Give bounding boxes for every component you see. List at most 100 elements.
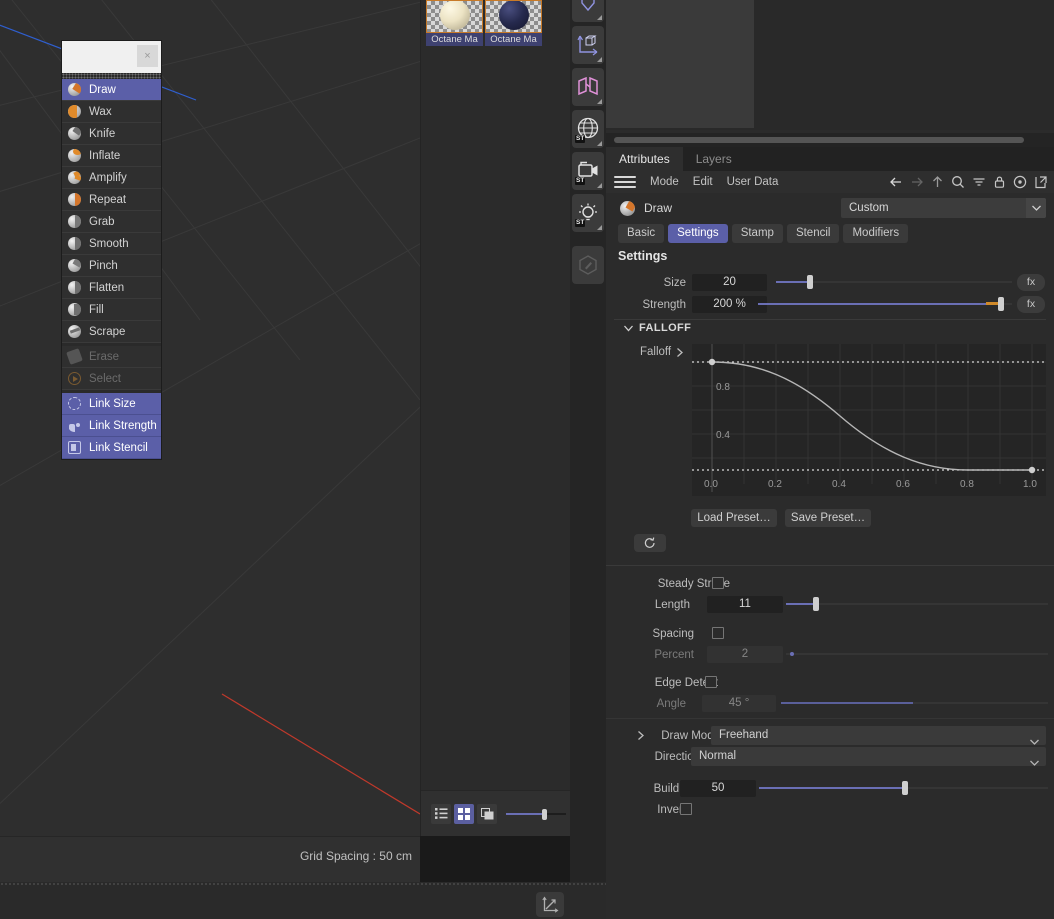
size-value-field[interactable]: 20 — [692, 274, 767, 291]
strength-slider[interactable] — [758, 296, 1012, 313]
subtab-basic[interactable]: Basic — [618, 223, 665, 243]
length-value-field[interactable]: 11 — [707, 596, 783, 613]
slider-knob[interactable] — [902, 781, 908, 795]
tool-item-scrape[interactable]: Scrape — [62, 321, 161, 343]
tool-item-inflate[interactable]: Inflate — [62, 145, 161, 167]
material-manager[interactable]: Octane Ma Octane Ma — [420, 0, 571, 836]
material-zoom-slider[interactable] — [506, 807, 566, 821]
menu-edit[interactable]: Edit — [693, 176, 713, 188]
falloff-section-header[interactable]: FALLOFF — [624, 322, 691, 334]
buildup-slider[interactable] — [759, 780, 1048, 797]
panel-menubar[interactable]: Mode Edit User Data — [606, 171, 1054, 193]
save-preset-button[interactable]: Save Preset… — [785, 509, 871, 527]
tool-item-grab[interactable]: Grab — [62, 211, 161, 233]
menu-user-data[interactable]: User Data — [727, 176, 779, 188]
tool-item-draw[interactable]: Draw — [62, 79, 161, 101]
invert-checkbox[interactable] — [680, 803, 692, 815]
direction-dropdown[interactable]: Normal — [691, 747, 1046, 766]
tab-layers[interactable]: Layers — [683, 147, 745, 171]
draw-mode-dropdown[interactable]: Freehand — [711, 726, 1046, 745]
chevron-right-icon[interactable] — [637, 731, 645, 740]
attribute-subtabs[interactable]: Basic Settings Stamp Stencil Modifiers — [606, 223, 1054, 243]
tool-item-amplify[interactable]: Amplify — [62, 167, 161, 189]
chevron-right-icon[interactable] — [676, 347, 684, 357]
menu-mode[interactable]: Mode — [650, 176, 679, 188]
axis-scale-tool-button[interactable] — [536, 892, 564, 917]
search-icon[interactable] — [951, 175, 965, 189]
falloff-row-label-group[interactable]: Falloff — [640, 346, 684, 358]
tool-item-erase[interactable]: Erase — [62, 346, 161, 368]
strength-fx-button[interactable]: fx — [1017, 296, 1045, 313]
axis-cube-icon-button[interactable] — [572, 26, 604, 64]
subtab-modifiers[interactable]: Modifiers — [843, 223, 909, 243]
slider-knob[interactable] — [813, 597, 819, 611]
tool-item-select[interactable]: Select — [62, 368, 161, 390]
tab-attributes[interactable]: Attributes — [606, 147, 683, 171]
preset-dropdown[interactable]: Custom — [841, 198, 1046, 218]
deformer-icon-button[interactable] — [572, 0, 604, 22]
subtab-stencil[interactable]: Stencil — [786, 223, 840, 243]
grid-view-toggle[interactable] — [454, 803, 474, 824]
strength-value-field[interactable]: 200 % — [692, 296, 767, 313]
spacing-checkbox[interactable] — [712, 627, 724, 639]
tool-icon-sidebar[interactable]: ST ST ST — [570, 0, 606, 919]
size-fx-button[interactable]: fx — [1017, 274, 1045, 291]
close-icon[interactable]: × — [137, 45, 158, 67]
tool-item-fill[interactable]: Fill — [62, 299, 161, 321]
forward-arrow-icon[interactable] — [910, 175, 924, 189]
tool-item-link-strength[interactable]: Link Strength — [62, 415, 161, 437]
scrollbar-thumb[interactable] — [614, 137, 1024, 143]
sculpt-brush-icon-button[interactable] — [572, 246, 604, 284]
filter-icon[interactable] — [972, 175, 986, 189]
tool-item-link-size[interactable]: Link Size — [62, 393, 161, 415]
environment-icon-button[interactable]: ST — [572, 110, 604, 148]
popup-title-bar[interactable]: × — [62, 41, 161, 73]
material-tile[interactable]: Octane Ma — [485, 0, 542, 46]
tool-item-flatten[interactable]: Flatten — [62, 277, 161, 299]
chevron-down-icon[interactable] — [1030, 754, 1039, 773]
percent-value-field[interactable]: 2 — [707, 646, 783, 663]
size-slider[interactable] — [776, 274, 1012, 291]
popout-icon[interactable] — [1034, 175, 1048, 189]
up-arrow-icon[interactable] — [931, 175, 944, 189]
camera-icon-button[interactable]: ST — [572, 152, 604, 190]
drag-handle-dots[interactable] — [0, 882, 606, 887]
tool-item-repeat[interactable]: Repeat — [62, 189, 161, 211]
angle-slider[interactable] — [781, 695, 1048, 712]
sculpt-tools-popup[interactable]: × Draw Wax Knife Inflate Amplify Repeat … — [61, 40, 162, 460]
load-preset-button[interactable]: Load Preset… — [691, 509, 777, 527]
angle-value-field[interactable]: 45 ° — [702, 695, 776, 712]
buildup-value-field[interactable]: 50 — [680, 780, 756, 797]
slider-knob[interactable] — [807, 275, 813, 289]
light-icon-button[interactable]: ST — [572, 194, 604, 232]
lock-icon[interactable] — [993, 175, 1006, 189]
tool-item-smooth[interactable]: Smooth — [62, 233, 161, 255]
tool-item-wax[interactable]: Wax — [62, 101, 161, 123]
panel-toolbar-icons[interactable] — [889, 171, 1048, 193]
tool-item-link-stencil[interactable]: Link Stencil — [62, 437, 161, 459]
subtab-settings[interactable]: Settings — [668, 223, 728, 243]
falloff-curve-graph[interactable]: 0.8 0.4 0.0 0.2 0.4 0.6 0.8 1.0 — [692, 344, 1046, 496]
material-tile[interactable]: Octane Ma — [426, 0, 483, 46]
subtab-stamp[interactable]: Stamp — [731, 223, 783, 243]
cloth-icon-button[interactable] — [572, 68, 604, 106]
record-icon[interactable] — [1013, 175, 1027, 189]
edge-detect-checkbox[interactable] — [705, 676, 717, 688]
slider-knob[interactable] — [790, 652, 794, 656]
slider-knob[interactable] — [998, 297, 1004, 311]
percent-slider[interactable] — [786, 646, 1048, 663]
tool-item-knife[interactable]: Knife — [62, 123, 161, 145]
chevron-down-icon[interactable] — [1026, 198, 1046, 218]
list-view-toggle[interactable] — [431, 803, 451, 824]
back-arrow-icon[interactable] — [889, 175, 903, 189]
material-thumbnail[interactable] — [485, 0, 542, 33]
horizontal-scrollbar[interactable] — [606, 133, 1054, 147]
slider-knob[interactable] — [542, 808, 547, 820]
hamburger-icon[interactable] — [614, 176, 636, 188]
reset-falloff-button[interactable] — [634, 534, 666, 552]
material-thumbnail[interactable] — [426, 0, 483, 33]
length-slider[interactable] — [786, 596, 1048, 613]
panel-tabs[interactable]: Attributes Layers — [606, 147, 1054, 171]
chevron-down-icon[interactable] — [624, 325, 633, 332]
preview-view-toggle[interactable] — [477, 803, 497, 824]
